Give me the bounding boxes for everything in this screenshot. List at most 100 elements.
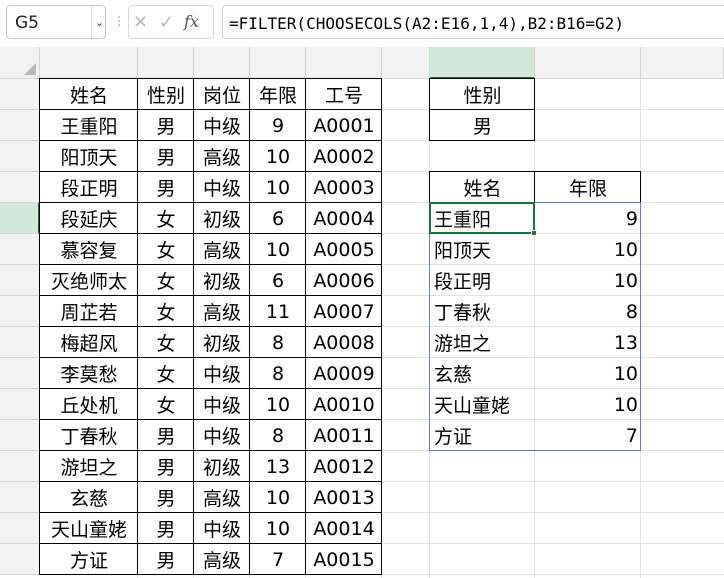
table-cell[interactable]: 男	[138, 110, 194, 141]
name-box[interactable]: G5 ⌄	[6, 5, 106, 39]
table-cell[interactable]: A0013	[306, 482, 382, 513]
table-cell[interactable]: 男	[138, 544, 194, 575]
table-cell[interactable]: 高级	[194, 482, 250, 513]
table-cell[interactable]: A0010	[306, 389, 382, 420]
table-cell[interactable]: 王重阳	[40, 110, 138, 141]
result-cell[interactable]: 10	[535, 265, 641, 296]
row-header-9[interactable]	[0, 327, 40, 358]
table-cell[interactable]: 8	[250, 420, 306, 451]
table-cell[interactable]: 中级	[194, 110, 250, 141]
table-header-cell[interactable]: 岗位	[194, 79, 250, 110]
column-header-d[interactable]	[250, 47, 306, 79]
table-cell[interactable]: 男	[138, 141, 194, 172]
row-header-5[interactable]	[0, 203, 40, 234]
result-header-cell[interactable]: 姓名	[430, 172, 535, 203]
cancel-icon[interactable]: ✕	[133, 12, 148, 33]
result-cell[interactable]: 10	[535, 358, 641, 389]
row-header-15[interactable]	[0, 513, 40, 544]
table-cell[interactable]: 女	[138, 265, 194, 296]
table-cell[interactable]: 8	[250, 327, 306, 358]
name-box-value[interactable]: G5	[15, 13, 39, 33]
table-cell[interactable]: 男	[138, 513, 194, 544]
table-cell[interactable]: 初级	[194, 327, 250, 358]
table-cell[interactable]: 10	[250, 172, 306, 203]
row-header-6[interactable]	[0, 234, 40, 265]
table-header-cell[interactable]: 姓名	[40, 79, 138, 110]
table-cell[interactable]: 游坦之	[40, 451, 138, 482]
table-cell[interactable]: 中级	[194, 420, 250, 451]
table-cell[interactable]: 初级	[194, 203, 250, 234]
row-header-1[interactable]	[0, 79, 40, 110]
table-cell[interactable]: 男	[138, 420, 194, 451]
table-cell[interactable]: 9	[250, 110, 306, 141]
table-cell[interactable]: 女	[138, 389, 194, 420]
table-cell[interactable]: 女	[138, 296, 194, 327]
table-cell[interactable]: A0014	[306, 513, 382, 544]
table-cell[interactable]: 阳顶天	[40, 141, 138, 172]
table-cell[interactable]: A0007	[306, 296, 382, 327]
result-cell[interactable]: 13	[535, 327, 641, 358]
result-cell[interactable]: 10	[535, 234, 641, 265]
row-header-13[interactable]	[0, 451, 40, 482]
table-cell[interactable]: 方证	[40, 544, 138, 575]
table-cell[interactable]: 10	[250, 234, 306, 265]
table-cell[interactable]: 10	[250, 141, 306, 172]
row-header-16[interactable]	[0, 544, 40, 575]
result-cell[interactable]: 7	[535, 420, 641, 451]
table-cell[interactable]: 初级	[194, 451, 250, 482]
row-header-2[interactable]	[0, 110, 40, 141]
table-cell[interactable]: 中级	[194, 389, 250, 420]
table-cell[interactable]: 李莫愁	[40, 358, 138, 389]
table-cell[interactable]: 段延庆	[40, 203, 138, 234]
formula-input[interactable]: =FILTER(CHOOSECOLS(A2:E16,1,4),B2:B16=G2…	[222, 5, 724, 39]
table-cell[interactable]: 10	[250, 482, 306, 513]
table-cell[interactable]: 女	[138, 234, 194, 265]
table-cell[interactable]: 7	[250, 544, 306, 575]
table-cell[interactable]: A0009	[306, 358, 382, 389]
table-cell[interactable]: 高级	[194, 234, 250, 265]
table-cell[interactable]: 11	[250, 296, 306, 327]
table-cell[interactable]: 高级	[194, 544, 250, 575]
table-header-cell[interactable]: 年限	[250, 79, 306, 110]
table-cell[interactable]: 男	[138, 451, 194, 482]
table-cell[interactable]: 天山童姥	[40, 513, 138, 544]
row-header-12[interactable]	[0, 420, 40, 451]
formula-text[interactable]: =FILTER(CHOOSECOLS(A2:E16,1,4),B2:B16=G2…	[229, 14, 624, 33]
table-cell[interactable]: A0008	[306, 327, 382, 358]
row-header-8[interactable]	[0, 296, 40, 327]
result-cell[interactable]: 阳顶天	[430, 234, 535, 265]
table-cell[interactable]: 高级	[194, 296, 250, 327]
column-header-f[interactable]	[382, 47, 430, 79]
column-header-e[interactable]	[306, 47, 382, 79]
table-cell[interactable]: 玄慈	[40, 482, 138, 513]
table-cell[interactable]: A0015	[306, 544, 382, 575]
table-cell[interactable]: 高级	[194, 141, 250, 172]
result-cell[interactable]: 天山童姥	[430, 389, 535, 420]
result-cell[interactable]: 丁春秋	[430, 296, 535, 327]
table-cell[interactable]: 男	[138, 482, 194, 513]
table-cell[interactable]: 周芷若	[40, 296, 138, 327]
result-cell[interactable]: 段正明	[430, 265, 535, 296]
table-cell[interactable]: 男	[138, 172, 194, 203]
result-cell[interactable]: 方证	[430, 420, 535, 451]
result-cell[interactable]: 玄慈	[430, 358, 535, 389]
column-header-b[interactable]	[138, 47, 194, 79]
table-cell[interactable]: 灭绝师太	[40, 265, 138, 296]
table-cell[interactable]: A0001	[306, 110, 382, 141]
row-header-3[interactable]	[0, 141, 40, 172]
table-header-cell[interactable]: 工号	[306, 79, 382, 110]
table-cell[interactable]: A0002	[306, 141, 382, 172]
table-cell[interactable]: 10	[250, 513, 306, 544]
column-header-c[interactable]	[194, 47, 250, 79]
result-cell[interactable]: 8	[535, 296, 641, 327]
table-cell[interactable]: 初级	[194, 265, 250, 296]
criteria-header-cell[interactable]: 性别	[430, 79, 535, 110]
row-header-10[interactable]	[0, 358, 40, 389]
chevron-down-icon[interactable]: ⌄	[91, 6, 107, 38]
table-cell[interactable]: 段正明	[40, 172, 138, 203]
fill-handle[interactable]	[531, 230, 537, 236]
table-cell[interactable]: A0006	[306, 265, 382, 296]
spreadsheet-grid[interactable]: 姓名 性别 岗位 年限 工号 王重阳男中级 9 A0001 阳顶天男高级 10 A0002 段正明男中…	[0, 47, 724, 578]
result-cell[interactable]: 王重阳	[430, 203, 535, 234]
table-cell[interactable]: 中级	[194, 358, 250, 389]
